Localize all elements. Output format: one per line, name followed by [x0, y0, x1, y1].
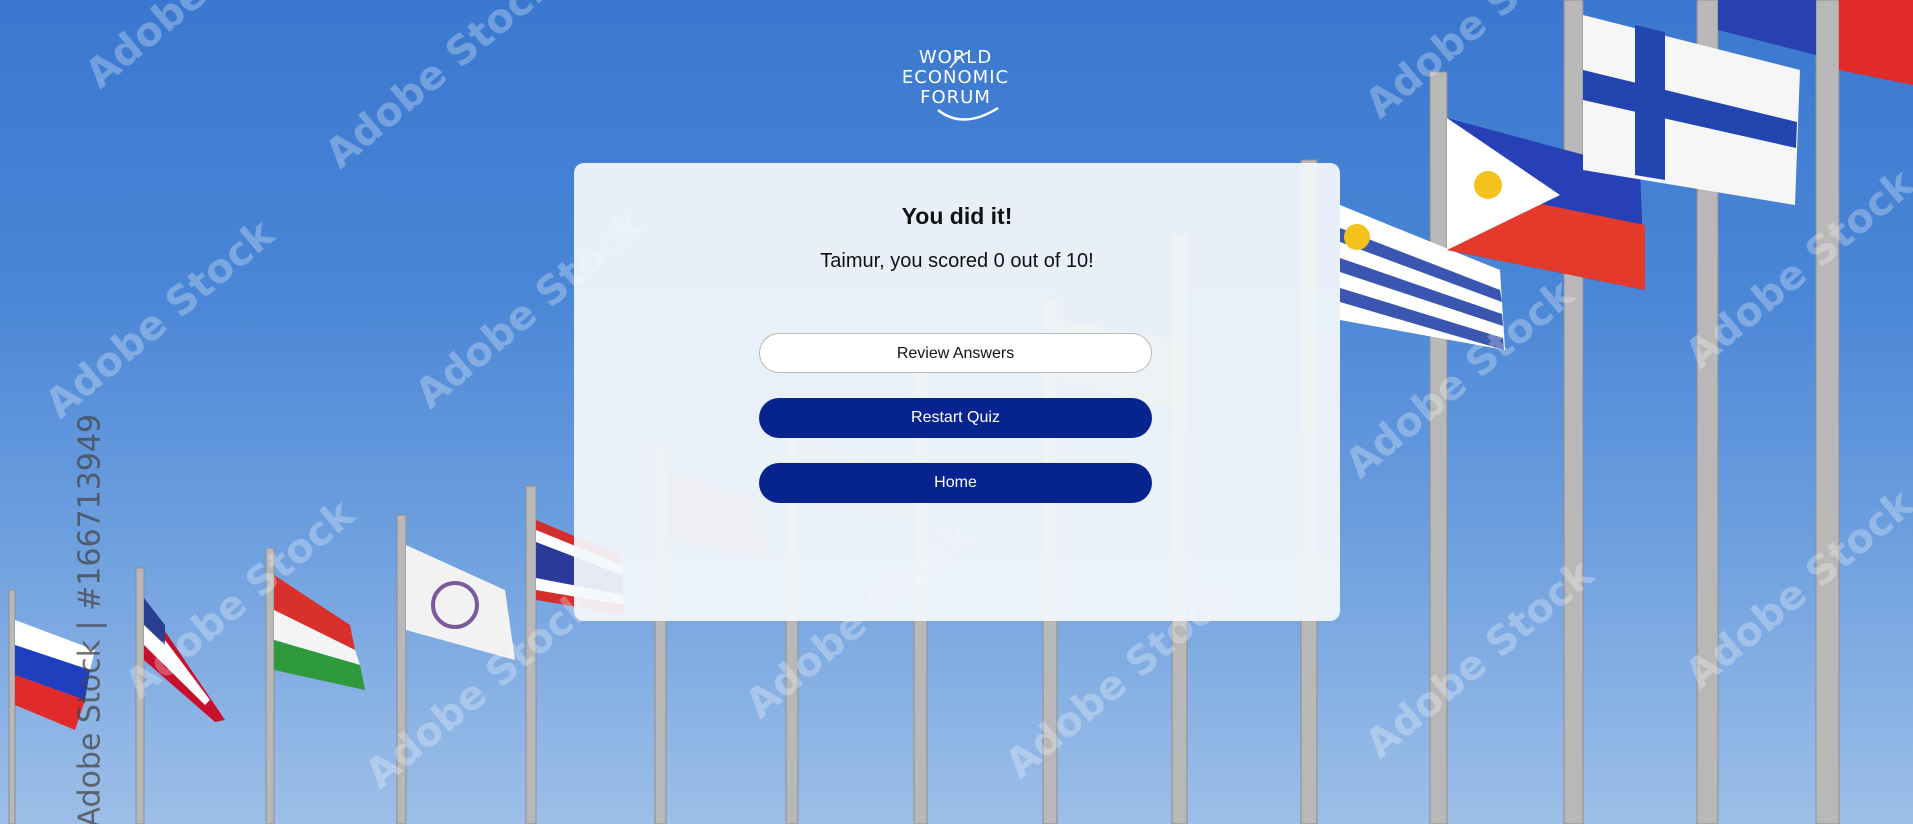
restart-quiz-button[interactable]: Restart Quiz [759, 398, 1152, 438]
side-watermark: Adobe Stock | #166713949 [72, 413, 108, 824]
watermark-text: Adobe Stock [317, 0, 564, 178]
page-root: Adobe Stock Adobe Stock Adobe Stock Adob… [0, 0, 1913, 824]
score-message: Taimur, you scored 0 out of 10! [820, 250, 1094, 272]
logo-arc-icon [937, 51, 999, 121]
result-title: You did it! [901, 203, 1013, 229]
world-economic-forum-logo: WORLD ECONOMIC FORUM [888, 48, 1023, 128]
watermark-text: Adobe Stock [77, 0, 324, 98]
watermark-text: Adobe Stock [37, 210, 284, 428]
home-button[interactable]: Home [759, 463, 1152, 503]
review-answers-button[interactable]: Review Answers [759, 333, 1152, 373]
quiz-result-card: You did it! Taimur, you scored 0 out of … [574, 163, 1340, 621]
